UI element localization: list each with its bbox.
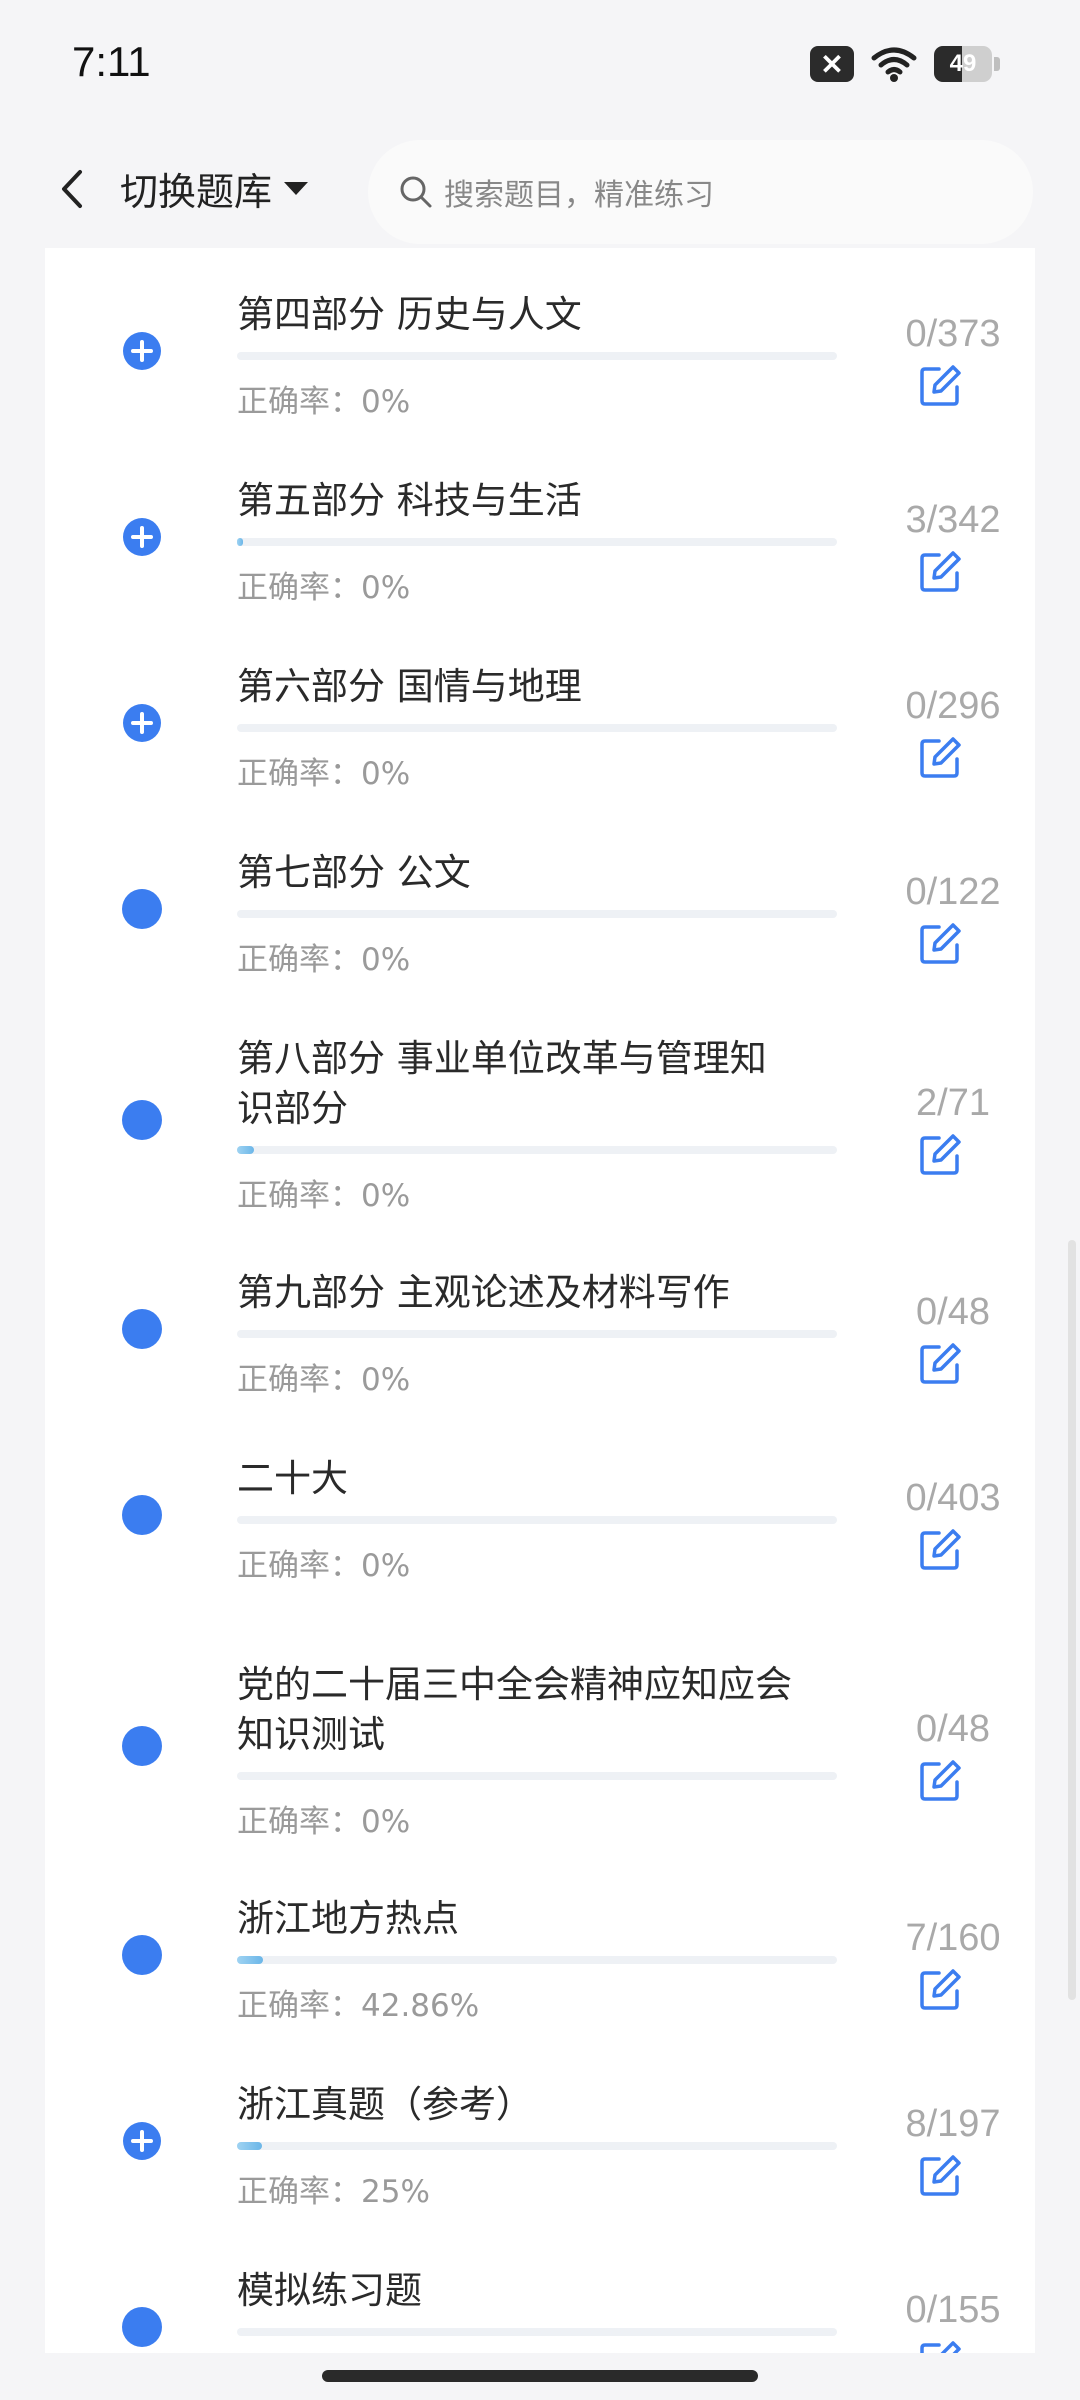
progress-count: 0/122 [905, 871, 1001, 913]
progress-track [237, 910, 837, 918]
list-item[interactable]: 第七部分 公文正确率：0% 0/122 [45, 806, 1035, 992]
progress-fill [237, 538, 243, 546]
item-title: 第四部分 历史与人文 [237, 293, 582, 336]
expand-plus-icon[interactable] [122, 517, 162, 557]
status-icons: ✕ 49 [810, 42, 1000, 86]
accuracy-text: 正确率：0% [237, 1178, 411, 1214]
status-bar: 7:11 ✕ 49 [0, 0, 1080, 130]
progress-track [237, 538, 837, 546]
item-title: 第七部分 公文 [237, 851, 471, 894]
accuracy-text: 正确率：0% [237, 942, 411, 978]
edit-practice-icon[interactable] [917, 1132, 963, 1178]
item-title: 浙江真题（参考） [237, 2083, 533, 2126]
list-item[interactable]: 浙江真题（参考） 正确率：25% 8/197 [45, 2062, 1035, 2248]
progress-track [237, 1516, 837, 1524]
wifi-icon [871, 47, 917, 82]
bullet-dot-icon [122, 1309, 162, 1349]
scrollbar[interactable] [1068, 1240, 1076, 2000]
progress-track [237, 1330, 837, 1338]
accuracy-text: 正确率：0% [237, 1804, 411, 1840]
accuracy-text: 正确率：0% [237, 756, 411, 792]
list-item[interactable]: 浙江地方热点正确率：42.86% 7/160 [45, 1876, 1035, 2062]
progress-track [237, 724, 837, 732]
caret-down-icon [284, 182, 309, 195]
search-icon [400, 176, 432, 208]
list-item[interactable]: 第四部分 历史与人文正确率：0% 0/373 [45, 248, 1035, 434]
list-item[interactable]: 党的二十届三中全会精神应知应会知识测试正确率：0% 0/48 [45, 1620, 1035, 1876]
edit-practice-icon[interactable] [917, 363, 963, 409]
progress-count: 7/160 [905, 1917, 1001, 1959]
accuracy-text: 正确率：0% [237, 1548, 411, 1584]
progress-fill [237, 1146, 254, 1154]
bullet-dot-icon [122, 1100, 162, 1140]
progress-count: 2/71 [916, 1082, 990, 1124]
progress-count: 0/48 [916, 1708, 990, 1750]
list-item[interactable]: 第六部分 国情与地理正确率：0% 0/296 [45, 620, 1035, 806]
edit-practice-icon[interactable] [917, 1967, 963, 2013]
progress-count: 3/342 [905, 499, 1001, 541]
bullet-dot-icon [122, 1726, 162, 1766]
progress-count: 0/296 [905, 685, 1001, 727]
battery-icon: 49 [934, 46, 992, 82]
item-title: 第五部分 科技与生活 [237, 479, 582, 522]
edit-practice-icon[interactable] [917, 2153, 963, 2199]
expand-plus-icon[interactable] [122, 331, 162, 371]
home-indicator[interactable] [322, 2370, 758, 2382]
expand-plus-icon[interactable] [122, 703, 162, 743]
accuracy-text: 正确率：0% [237, 384, 411, 420]
progress-count: 0/373 [905, 313, 1001, 355]
back-arrow-icon[interactable] [48, 164, 98, 214]
accuracy-text: 正确率：0% [237, 1362, 411, 1398]
battery-tip [994, 57, 1000, 71]
bullet-dot-icon [122, 889, 162, 929]
status-time: 7:11 [72, 38, 151, 85]
list-item[interactable]: 第八部分 事业单位改革与管理知识部分正确率：0% 2/71 [45, 992, 1035, 1248]
switch-bank-label: 切换题库 [120, 169, 273, 214]
edit-practice-icon[interactable] [917, 1341, 963, 1387]
progress-track [237, 1956, 837, 1964]
item-title: 第六部分 国情与地理 [237, 665, 582, 708]
progress-fill [237, 1956, 264, 1964]
progress-count: 0/403 [905, 1477, 1001, 1519]
list-item[interactable]: 第五部分 科技与生活正确率：0% 3/342 [45, 434, 1035, 620]
bullet-dot-icon [122, 2307, 162, 2347]
item-title: 第九部分 主观论述及材料写作 [237, 1271, 730, 1314]
battery-level: 49 [949, 50, 977, 77]
question-bank-list: 第四部分 历史与人文 正确率：0% 0/373 第五部分 科技与生活 正确率：0% 3/3… [45, 248, 1035, 2353]
progress-track [237, 2142, 837, 2150]
progress-fill [237, 2142, 262, 2150]
progress-track [237, 352, 837, 360]
notification-x-icon: ✕ [810, 46, 854, 82]
item-title: 浙江地方热点 [237, 1897, 459, 1940]
top-header: 切换题库 搜索题目，精准练习 [0, 130, 1080, 248]
progress-count: 8/197 [905, 2103, 1001, 2145]
bullet-dot-icon [122, 1935, 162, 1975]
progress-count: 0/155 [905, 2289, 1001, 2331]
list-item[interactable]: 第九部分 主观论述及材料写作正确率：0% 0/48 [45, 1248, 1035, 1434]
progress-track [237, 1772, 837, 1780]
item-title: 模拟练习题 [237, 2269, 422, 2312]
expand-plus-icon[interactable] [122, 2121, 162, 2161]
progress-track [237, 1146, 837, 1154]
accuracy-text: 正确率：25% [237, 2174, 430, 2210]
edit-practice-icon[interactable] [917, 921, 963, 967]
edit-practice-icon[interactable] [917, 549, 963, 595]
edit-practice-icon[interactable] [917, 1527, 963, 1573]
accuracy-text: 正确率：0% [237, 570, 411, 606]
bullet-dot-icon [122, 1495, 162, 1535]
item-title: 党的二十届三中全会精神应知应会知识测试 [237, 1663, 792, 1756]
item-title: 二十大 [237, 1457, 348, 1500]
list-item[interactable]: 模拟练习题 0/155 [45, 2248, 1035, 2353]
search-input[interactable]: 搜索题目，精准练习 [368, 140, 1033, 244]
edit-practice-icon[interactable] [917, 1758, 963, 1804]
edit-practice-icon[interactable] [917, 2339, 963, 2353]
search-placeholder: 搜索题目，精准练习 [444, 178, 714, 213]
list-item[interactable]: 二十大正确率：0% 0/403 [45, 1434, 1035, 1620]
progress-count: 0/48 [916, 1291, 990, 1333]
progress-track [237, 2328, 837, 2336]
switch-bank-dropdown[interactable]: 切换题库 [120, 158, 310, 218]
accuracy-text: 正确率：42.86% [237, 1988, 480, 2024]
item-title: 第八部分 事业单位改革与管理知识部分 [237, 1037, 767, 1130]
edit-practice-icon[interactable] [917, 735, 963, 781]
